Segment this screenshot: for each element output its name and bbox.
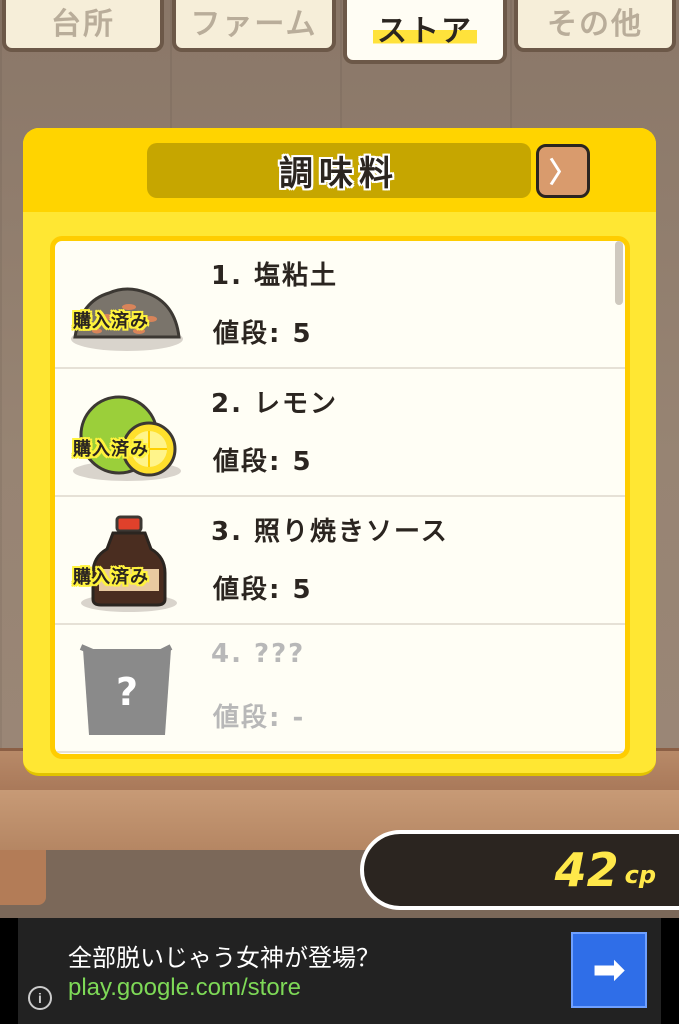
panel-header: 調味料 〉 [23, 128, 656, 212]
tab-other[interactable]: その他 [514, 0, 676, 52]
list-item[interactable]: ? 4. ??? 値段: - [55, 625, 625, 753]
next-category-button[interactable]: 〉 [536, 144, 590, 198]
purchased-badge: 購入済み [73, 567, 149, 588]
item-price: 値段: 5 [213, 447, 313, 477]
arrow-right-icon: ➡ [592, 947, 626, 993]
item-price: 値段: 5 [213, 575, 313, 605]
item-name: 3. 照り焼きソース [211, 517, 449, 547]
list-item[interactable]: 購入済み 1. 塩粘土 値段: 5 [55, 241, 625, 369]
currency-value: 42 [554, 843, 619, 897]
tab-bar: 台所 ファーム ストア その他 [0, 0, 679, 66]
ad-url: play.google.com/store [68, 974, 302, 1001]
category-title: 調味料 [279, 154, 399, 194]
purchased-badge: 購入済み [73, 311, 149, 332]
item-price: 値段: 5 [213, 319, 313, 349]
list-item[interactable]: 購入済み 3. 照り焼きソース 値段: 5 [55, 497, 625, 625]
item-price: 値段: - [213, 703, 306, 733]
tab-farm[interactable]: ファーム [172, 0, 336, 52]
item-list[interactable]: 購入済み 1. 塩粘土 値段: 5 購入済み 2. レモン 値段: 5 購入済み… [50, 236, 630, 759]
shelf-leg [0, 850, 46, 905]
svg-text:?: ? [116, 670, 138, 714]
item-name: 2. レモン [211, 389, 339, 419]
ad-title: 全部脱いじゃう女神が登場？ [68, 944, 380, 972]
category-title-bar: 調味料 [147, 143, 531, 198]
tab-store[interactable]: ストア [343, 0, 507, 64]
purchased-badge: 購入済み [73, 439, 149, 460]
tab-kitchen[interactable]: 台所 [2, 0, 164, 52]
list-item[interactable]: 購入済み 2. レモン 値段: 5 [55, 369, 625, 497]
item-name: 4. ??? [211, 639, 306, 669]
item-name: 1. 塩粘土 [211, 261, 339, 291]
shop-panel: 調味料 〉 購入済み 1. 塩粘土 値段: 5 購入済み 2. レモン 値段: … [23, 128, 656, 776]
ad-open-button[interactable]: ➡ [571, 932, 647, 1008]
ad-content[interactable]: 全部脱いじゃう女神が登場？ play.google.com/store ➡ [18, 918, 661, 1024]
currency-unit: cp [624, 861, 656, 889]
ad-banner[interactable]: 全部脱いじゃう女神が登場？ play.google.com/store ➡ [0, 918, 679, 1024]
chevron-right-icon: 〉 [548, 156, 577, 189]
currency-display: 42 cp [360, 830, 679, 910]
info-icon[interactable]: i [28, 986, 52, 1010]
mystery-bag-icon: ? [79, 644, 173, 735]
